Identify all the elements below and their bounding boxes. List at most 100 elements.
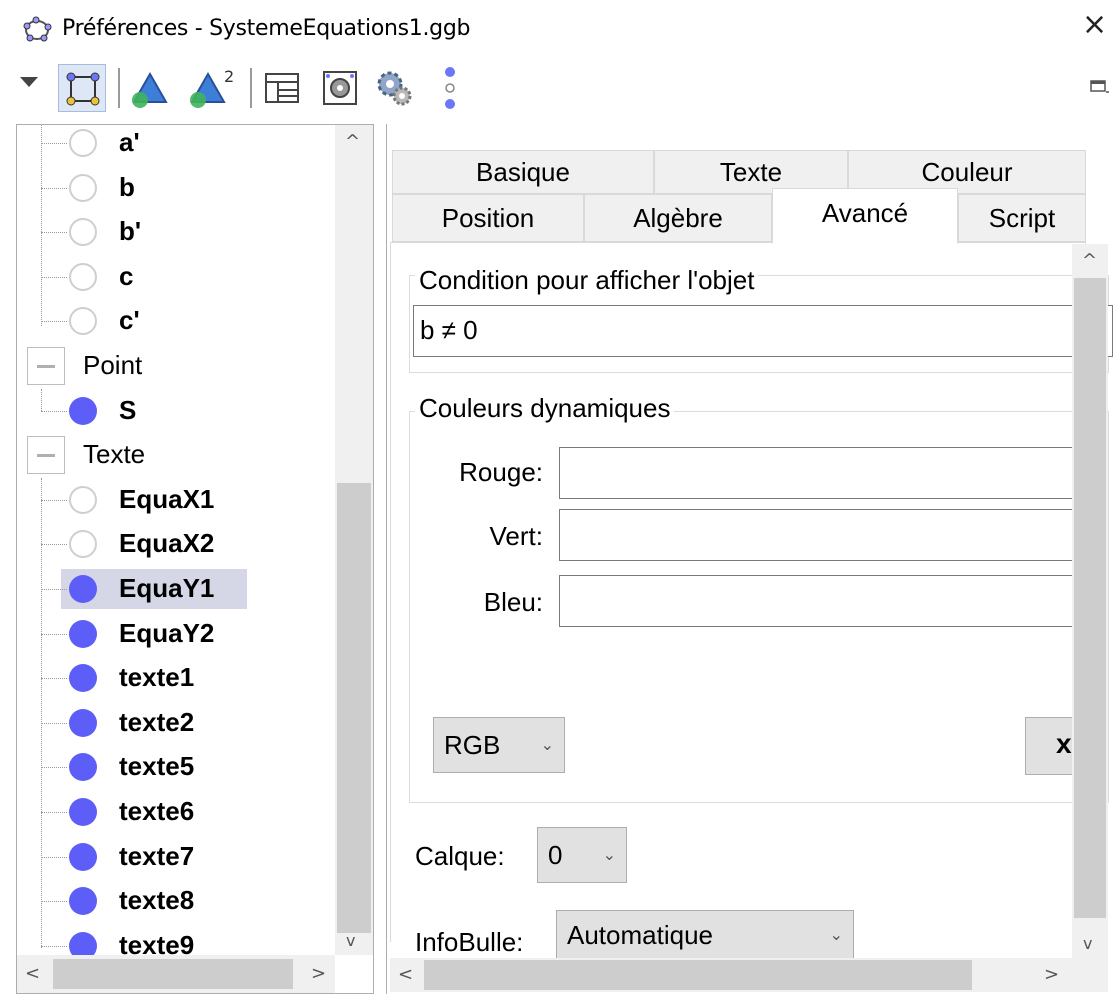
tree-item-label: a' — [119, 127, 140, 157]
layer-select[interactable]: 0 ⌄ — [537, 827, 627, 883]
object-tree[interactable]: a' b b' c c' Point S Texte EquaX1 EquaX2 EquaY1 Equ… — [17, 125, 335, 955]
visible-dot-icon[interactable] — [69, 575, 97, 603]
undock-window-icon[interactable] — [1090, 78, 1110, 98]
collapse-icon[interactable] — [27, 347, 65, 385]
tab-avance[interactable]: Avancé — [772, 188, 958, 244]
tooltip-select[interactable]: Automatique ⌄ — [556, 910, 854, 960]
visible-dot-icon[interactable] — [69, 887, 97, 916]
scroll-thumb[interactable] — [337, 483, 371, 933]
tree-group-label: Texte — [83, 439, 146, 470]
visible-dot-icon[interactable] — [69, 619, 97, 648]
object-tree-panel[interactable]: a' b b' c c' Point S Texte EquaX1 EquaX2 EquaY1 Equ… — [16, 124, 374, 994]
tab-algebre[interactable]: Algèbre — [584, 194, 772, 242]
toolbar: 2 — [0, 56, 1114, 120]
advanced-settings-button[interactable] — [370, 64, 418, 112]
hidden-dot-icon[interactable] — [69, 262, 97, 291]
tree-guide-line — [41, 125, 42, 326]
close-icon[interactable]: × — [1082, 10, 1107, 40]
tree-item[interactable]: c — [17, 255, 335, 299]
tree-connector — [41, 812, 67, 813]
scroll-down-arrow[interactable]: v — [346, 931, 355, 950]
properties-vertical-scrollbar[interactable]: ^ v — [1072, 244, 1108, 960]
tree-guide-line — [41, 477, 42, 949]
tab-position[interactable]: Position — [392, 194, 584, 242]
blue-input[interactable] — [559, 575, 1099, 627]
tree-item-label: texte8 — [119, 885, 195, 916]
scroll-thumb[interactable] — [1074, 278, 1106, 918]
tree-item-label: EquaX2 — [119, 528, 215, 559]
tree-item[interactable]: EquaX2 — [17, 522, 335, 566]
layer-value: 0 — [548, 840, 563, 870]
tree-item[interactable]: a' — [17, 125, 335, 165]
graphics-settings-icon — [323, 71, 357, 105]
tree-item[interactable]: EquaY1 — [17, 567, 335, 611]
hidden-dot-icon[interactable] — [69, 218, 97, 247]
visible-dot-icon[interactable] — [69, 798, 97, 826]
condition-input[interactable]: b ≠ 0 — [413, 305, 1113, 357]
tree-item[interactable]: texte5 — [17, 745, 335, 789]
tree-vertical-scrollbar[interactable]: ^ v — [335, 125, 373, 955]
graphics-settings-button[interactable] — [316, 64, 364, 112]
scroll-left-arrow[interactable]: < — [25, 963, 40, 984]
tree-item[interactable]: b' — [17, 210, 335, 254]
geometry-view-button[interactable] — [126, 64, 174, 112]
tree-item[interactable]: b — [17, 166, 335, 210]
tree-horizontal-scrollbar[interactable]: < > — [17, 955, 335, 993]
tree-item[interactable]: EquaY2 — [17, 612, 335, 656]
tree-item[interactable]: EquaX1 — [17, 478, 335, 522]
scroll-up-arrow[interactable]: ^ — [345, 131, 360, 152]
collapse-icon[interactable] — [27, 436, 65, 475]
tree-item[interactable]: S — [17, 389, 335, 433]
hidden-dot-icon[interactable] — [69, 129, 97, 157]
tree-item-label: texte1 — [119, 662, 195, 693]
tree-connector — [41, 499, 67, 501]
tree-connector — [41, 232, 67, 234]
hidden-dot-icon[interactable] — [69, 307, 97, 336]
tab-script[interactable]: Script — [958, 194, 1086, 242]
scroll-left-arrow[interactable]: < — [398, 964, 413, 985]
tree-connector — [41, 410, 67, 412]
properties-horizontal-scrollbar[interactable]: < > — [390, 958, 1108, 992]
geometry-2-button[interactable]: 2 — [184, 64, 234, 112]
tree-item[interactable]: texte6 — [17, 790, 335, 834]
hidden-dot-icon[interactable] — [69, 485, 97, 514]
visible-dot-icon[interactable] — [69, 842, 97, 871]
condition-legend: Condition pour afficher l'objet — [415, 265, 759, 296]
tree-item[interactable]: texte7 — [17, 835, 335, 879]
tree-item[interactable]: texte2 — [17, 701, 335, 745]
more-options-icon[interactable] — [442, 66, 458, 112]
scroll-down-arrow[interactable]: v — [1083, 934, 1092, 953]
tree-item[interactable]: texte9 — [17, 924, 335, 955]
tree-item-label: EquaY2 — [119, 617, 215, 648]
tree-item-label: texte5 — [119, 751, 195, 782]
tree-item[interactable]: texte1 — [17, 656, 335, 700]
tree-item[interactable]: texte8 — [17, 879, 335, 923]
scroll-thumb[interactable] — [424, 960, 972, 990]
tree-group-texte[interactable]: Texte — [17, 433, 335, 477]
green-input[interactable] — [559, 509, 1099, 561]
scroll-thumb[interactable] — [53, 959, 293, 989]
tree-group-point[interactable]: Point — [17, 344, 335, 388]
visible-dot-icon[interactable] — [69, 708, 97, 737]
tab-basique[interactable]: Basique — [392, 150, 654, 194]
red-input[interactable] — [559, 447, 1099, 499]
color-mode-select[interactable]: RGB ⌄ — [433, 717, 565, 773]
tree-guide-line — [41, 388, 42, 411]
hidden-dot-icon[interactable] — [69, 173, 97, 202]
visible-dot-icon[interactable] — [69, 753, 97, 782]
hidden-dot-icon[interactable] — [69, 530, 97, 559]
tree-item-label: c — [119, 260, 134, 291]
menu-dropdown-icon[interactable] — [18, 74, 40, 90]
scroll-right-arrow[interactable]: > — [1044, 964, 1059, 985]
tree-item-label: c' — [119, 305, 140, 336]
visible-dot-icon[interactable] — [69, 664, 97, 693]
layout-button[interactable] — [258, 64, 306, 112]
visible-dot-icon[interactable] — [69, 396, 97, 425]
dynamic-colors-legend: Couleurs dynamiques — [415, 393, 675, 424]
scroll-up-arrow[interactable]: ^ — [1082, 250, 1097, 271]
tree-connector — [41, 143, 67, 144]
graphics-view-button[interactable] — [58, 64, 106, 112]
tree-item[interactable]: c' — [17, 299, 335, 343]
visible-dot-icon[interactable] — [69, 931, 97, 955]
scroll-right-arrow[interactable]: > — [311, 963, 326, 984]
